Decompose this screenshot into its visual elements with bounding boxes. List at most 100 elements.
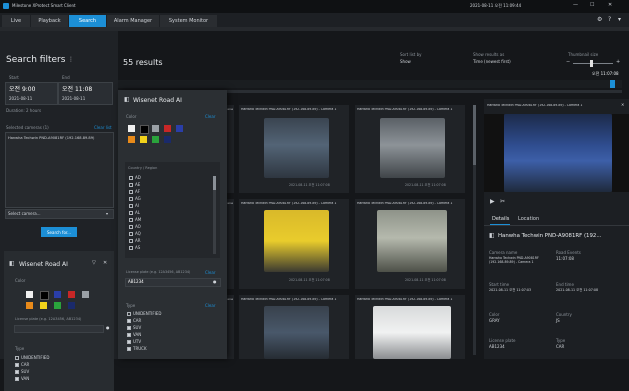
plate-input[interactable]: AB1234 ● — [125, 278, 221, 287]
country-checkbox[interactable] — [129, 246, 133, 250]
type-checkbox[interactable] — [15, 377, 19, 381]
select-camera-dropdown[interactable]: Select camera... ▾ — [5, 209, 114, 219]
plate-input[interactable] — [14, 325, 104, 333]
tab-system-monitor[interactable]: System Monitor — [160, 15, 217, 27]
vehicle-thumbnail — [373, 306, 451, 359]
swatch-blue[interactable] — [176, 125, 183, 132]
swatch-gray[interactable] — [82, 291, 89, 298]
type-checkbox[interactable] — [127, 319, 131, 323]
results-count: 55 results — [123, 58, 163, 67]
tab-location[interactable]: Location — [518, 217, 539, 222]
swatch-white[interactable] — [26, 291, 33, 298]
tab-playback[interactable]: Playback — [31, 15, 68, 27]
help-icon[interactable]: ? — [608, 17, 611, 23]
type-checkbox[interactable] — [127, 333, 131, 337]
select-camera-placeholder: Select camera... — [8, 211, 41, 216]
color-label: Color — [126, 114, 137, 119]
sort-value[interactable]: Show — [400, 60, 411, 64]
result-card[interactable]: Hanwha Techwin PND-A9081RF (192.168.89.8… — [355, 105, 465, 193]
scrollbar-thumb[interactable] — [213, 176, 216, 190]
search-for-button[interactable]: Search for... — [41, 227, 77, 237]
tab-alarm-manager[interactable]: Alarm Manager — [107, 15, 159, 27]
swatch-gray[interactable] — [152, 125, 159, 132]
result-card[interactable]: Hanwha Techwin PND-A9081RF (192.168.89.8… — [239, 105, 349, 193]
swatch-green[interactable] — [54, 302, 61, 309]
maximize-icon[interactable]: ☐ — [590, 3, 594, 8]
country-checkbox[interactable] — [129, 239, 133, 243]
country-checkbox[interactable] — [129, 176, 133, 180]
swatch-black[interactable] — [140, 125, 149, 134]
show-value[interactable]: Time (newest first) — [473, 60, 511, 64]
swatch-yellow[interactable] — [40, 302, 47, 309]
thumbnail-size-slider[interactable] — [573, 60, 613, 67]
result-card[interactable]: Hanwha Techwin PND-A9081RF (192.168.89.8… — [355, 199, 465, 289]
type-checkbox[interactable] — [15, 356, 19, 360]
type-option: VAN — [133, 332, 142, 337]
play-icon[interactable]: ▶ — [490, 199, 495, 205]
swatch-black[interactable] — [40, 291, 49, 300]
swatch-white[interactable] — [128, 125, 135, 132]
result-card[interactable]: Hanwha Techwin PND-A9081RF (192.168.89.8… — [239, 295, 349, 359]
swatch-green[interactable] — [152, 136, 159, 143]
results-scrollbar[interactable] — [473, 105, 476, 355]
type-checkbox[interactable] — [127, 312, 131, 316]
timeline-bar[interactable] — [118, 80, 622, 88]
swatch-red[interactable] — [68, 291, 75, 298]
country-checkbox[interactable] — [129, 232, 133, 236]
tab-live[interactable]: Live — [2, 15, 30, 27]
type-label: Type — [126, 303, 136, 308]
zoom-in-icon[interactable]: + — [616, 60, 620, 65]
type-checkbox[interactable] — [15, 363, 19, 367]
zoom-out-icon[interactable]: − — [566, 60, 570, 65]
type-checkbox[interactable] — [127, 340, 131, 344]
swatch-red[interactable] — [164, 125, 171, 132]
country-option: AQ — [135, 231, 141, 236]
swatch-orange[interactable] — [26, 302, 33, 309]
type-checkbox[interactable] — [15, 370, 19, 374]
minimize-icon[interactable]: — — [573, 3, 578, 8]
clear-plate-link[interactable]: Clear — [205, 271, 215, 275]
scrollbar-thumb[interactable] — [473, 105, 476, 165]
tab-search[interactable]: Search — [69, 15, 106, 27]
swatch-navy[interactable] — [68, 302, 75, 309]
swatch-yellow[interactable] — [140, 136, 147, 143]
start-time-field[interactable]: 오전 9:00 2021-08-11 — [5, 82, 58, 105]
start-date: 2021-08-11 — [9, 96, 33, 101]
user-menu-icon[interactable]: ▾ — [618, 17, 621, 23]
result-card[interactable]: Hanwha Techwin PND-A9081RF (192.168.89.8… — [239, 199, 349, 289]
camera-list-item[interactable]: Hanwha Techwin PND-A9081RF (192.168.89.8… — [8, 136, 94, 141]
clear-list-link[interactable]: Clear list — [94, 126, 112, 130]
tab-details[interactable]: Details — [492, 217, 509, 222]
country-option: AI — [135, 203, 139, 208]
type-checkbox[interactable] — [127, 326, 131, 330]
type-checkbox[interactable] — [127, 347, 131, 351]
detail-image-strip — [484, 114, 504, 192]
clear-type-link[interactable]: Clear — [205, 304, 215, 308]
remove-filter-icon[interactable]: ✕ — [103, 261, 107, 266]
close-icon[interactable]: ✕ — [608, 3, 612, 8]
country-checkbox[interactable] — [129, 218, 133, 222]
swatch-orange[interactable] — [128, 136, 135, 143]
swatch-navy[interactable] — [164, 136, 171, 143]
country-scrollbar[interactable] — [213, 176, 216, 254]
end-date: 2021-08-11 — [62, 96, 86, 101]
country-checkbox[interactable] — [129, 183, 133, 187]
settings-gear-icon[interactable]: ⚙ — [597, 17, 602, 23]
filter-icon[interactable]: ▽ — [92, 261, 96, 266]
country-checkbox[interactable] — [129, 225, 133, 229]
country-checkbox[interactable] — [129, 211, 133, 215]
tools-icon[interactable]: ✂ — [500, 199, 505, 205]
close-detail-icon[interactable]: ✕ — [621, 103, 624, 107]
country-checkbox[interactable] — [129, 204, 133, 208]
slider-handle[interactable] — [590, 60, 593, 67]
clear-color-link[interactable]: Clear — [205, 115, 215, 119]
country-checkbox[interactable] — [129, 190, 133, 194]
country-checkbox[interactable] — [129, 197, 133, 201]
detail-camera-header: Hanwha Techwin PND-A9081RF (192... — [498, 233, 602, 239]
swatch-blue[interactable] — [54, 291, 61, 298]
color-label: Color — [15, 278, 26, 283]
filters-menu-icon[interactable]: ⋮ — [68, 57, 74, 63]
result-card[interactable]: Hanwha Techwin PND-A9081RF (192.168.89.8… — [355, 295, 465, 359]
start-time-value: 2021-08-11 오전 11:07:03 — [489, 288, 532, 292]
end-time-field[interactable]: 오전 11:08 2021-08-11 — [58, 82, 113, 105]
